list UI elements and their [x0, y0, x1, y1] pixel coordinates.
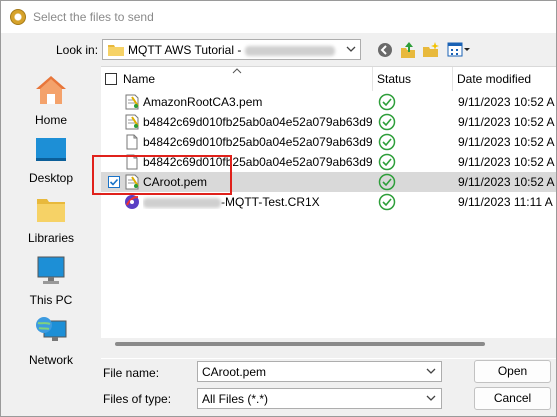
- synced-status-icon: [378, 113, 396, 131]
- annotation-highlight-box: [92, 155, 232, 195]
- place-home[interactable]: Home: [2, 73, 100, 127]
- select-all-checkbox[interactable]: [105, 73, 117, 85]
- redacted-text: [244, 45, 335, 56]
- filetype-value: All Files (*.*): [202, 392, 269, 406]
- cancel-button[interactable]: Cancel: [474, 387, 551, 410]
- chevron-down-icon: [346, 46, 356, 52]
- file-date: 9/11/2023 10:52 A: [458, 155, 555, 169]
- synced-status-icon: [378, 193, 396, 211]
- file-row[interactable]: -MQTT-Test.CR1X 9/11/2023 11:11 A: [101, 192, 556, 212]
- title-bar: Select the files to send: [1, 1, 556, 33]
- sort-ascending-icon: [232, 68, 242, 74]
- redacted-text: [143, 197, 221, 208]
- file-name: -MQTT-Test.CR1X: [221, 195, 320, 209]
- place-this-pc[interactable]: This PC: [2, 255, 100, 307]
- file-date: 9/11/2023 10:52 A: [458, 135, 555, 149]
- app-file-icon: [125, 195, 139, 209]
- place-libraries[interactable]: Libraries: [2, 195, 100, 245]
- scrollbar-thumb[interactable]: [115, 342, 485, 346]
- certificate-file-icon: [125, 94, 139, 110]
- lookin-dropdown[interactable]: MQTT AWS Tutorial -: [102, 39, 361, 60]
- lookin-value: MQTT AWS Tutorial -: [128, 43, 242, 57]
- place-label-libraries: Libraries: [27, 231, 75, 245]
- place-label-desktop: Desktop: [28, 171, 74, 185]
- filetype-label: Files of type:: [103, 392, 172, 406]
- file-name: b4842c69d010fb25ab0a04e52a079ab63d9...: [143, 135, 373, 149]
- place-label-this-pc: This PC: [29, 293, 73, 307]
- filetype-dropdown[interactable]: All Files (*.*): [197, 388, 442, 409]
- file-date: 9/11/2023 10:52 A: [458, 115, 555, 129]
- blank-file-icon: [126, 134, 138, 150]
- file-list: Name Status Date modified AmazonRootCA3.…: [101, 66, 556, 359]
- file-row[interactable]: b4842c69d010fb25ab0a04e52a079ab63d9... 9…: [101, 112, 556, 132]
- app-icon: [10, 9, 26, 25]
- synced-status-icon: [378, 133, 396, 151]
- column-header-date[interactable]: Date modified: [453, 67, 556, 91]
- file-row[interactable]: b4842c69d010fb25ab0a04e52a079ab63d9... 9…: [101, 132, 556, 152]
- lookin-label: Look in:: [56, 43, 99, 57]
- synced-status-icon: [378, 173, 396, 191]
- file-name: b4842c69d010fb25ab0a04e52a079ab63d9...: [143, 115, 373, 129]
- file-row[interactable]: AmazonRootCA3.pem 9/11/2023 10:52 A: [101, 92, 556, 112]
- desktop-icon: [36, 138, 66, 161]
- synced-status-icon: [378, 153, 396, 171]
- places-sidebar: Home Desktop Libraries This PC Network: [2, 65, 100, 367]
- certificate-file-icon: [125, 114, 139, 130]
- view-menu-icon[interactable]: [447, 41, 471, 59]
- column-header-status[interactable]: Status: [373, 67, 453, 91]
- folder-icon: [108, 45, 124, 56]
- place-label-home: Home: [34, 113, 67, 127]
- up-folder-icon[interactable]: [399, 41, 417, 59]
- filename-label: File name:: [103, 366, 160, 380]
- open-button[interactable]: Open: [474, 360, 551, 383]
- horizontal-scrollbar[interactable]: [101, 338, 556, 358]
- filename-field[interactable]: CAroot.pem: [197, 361, 442, 382]
- filename-value: CAroot.pem: [202, 365, 267, 379]
- file-dialog: Select the files to send Look in: MQTT A…: [0, 0, 557, 417]
- this-pc-icon: [37, 256, 65, 284]
- file-date: 9/11/2023 10:52 A: [458, 95, 555, 109]
- chevron-down-icon: [426, 395, 436, 401]
- file-date: 9/11/2023 10:52 A: [458, 175, 555, 189]
- place-network[interactable]: Network: [2, 315, 100, 367]
- file-name: AmazonRootCA3.pem: [143, 95, 263, 109]
- synced-status-icon: [378, 93, 396, 111]
- file-date: 9/11/2023 11:11 A: [458, 195, 553, 209]
- window-title: Select the files to send: [33, 10, 154, 24]
- place-desktop[interactable]: Desktop: [2, 135, 100, 185]
- back-icon[interactable]: [376, 41, 394, 59]
- home-icon: [36, 76, 66, 104]
- network-icon: [36, 317, 67, 341]
- place-label-network: Network: [28, 353, 73, 367]
- libraries-icon: [37, 199, 65, 222]
- chevron-down-icon: [426, 368, 436, 374]
- new-folder-icon[interactable]: [422, 41, 440, 59]
